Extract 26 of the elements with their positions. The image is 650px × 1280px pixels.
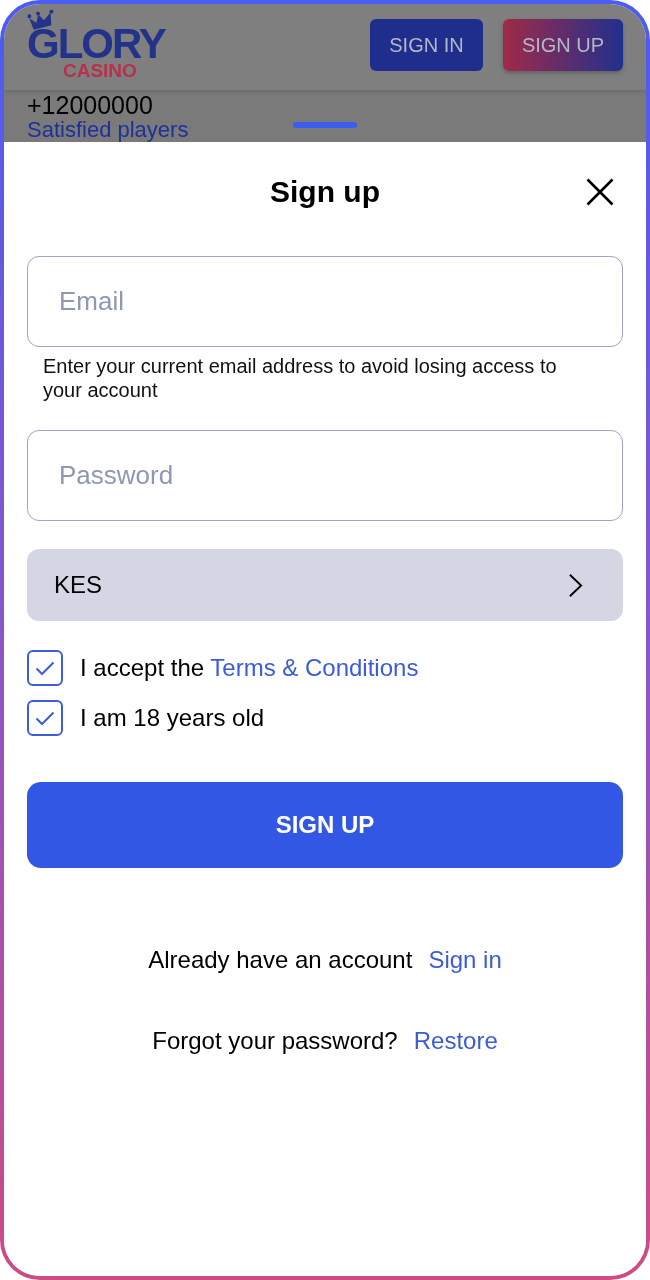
input-field[interactable]: Password: [27, 430, 623, 521]
currency-select[interactable]: KES: [27, 549, 623, 621]
logo-title: GLORY: [27, 28, 165, 60]
checkbox-label: I accept the Terms & Conditions: [80, 653, 419, 683]
tick-icon: [35, 710, 55, 726]
checkbox[interactable]: [27, 700, 63, 736]
drag-handle[interactable]: [293, 122, 357, 128]
stat-label: Satisfied players: [27, 118, 189, 142]
header-button[interactable]: SIGN IN: [370, 19, 483, 71]
tick-icon: [35, 660, 55, 676]
checkbox[interactable]: [27, 650, 63, 686]
prompt-text: Forgot your password?: [152, 1026, 398, 1056]
close-icon[interactable]: [586, 178, 614, 206]
dialog-title: Sign up: [270, 174, 380, 210]
text-link[interactable]: Sign in: [428, 944, 502, 976]
chevron-right-icon: [568, 572, 583, 598]
checkbox-label: I am 18 years old: [80, 703, 265, 733]
input-field[interactable]: Email: [27, 256, 623, 347]
stat-number: +12000000: [27, 93, 153, 118]
field-hint: Enter your current email address to avoid losing access to your account: [42, 354, 558, 402]
terms-link[interactable]: Terms & Conditions: [210, 654, 419, 681]
sign-up-button[interactable]: SIGN UP: [27, 782, 623, 868]
header-button[interactable]: SIGN UP: [503, 19, 623, 71]
logo-subtitle: CASINO: [62, 61, 137, 81]
prompt-text: Already have an account: [148, 945, 413, 975]
text-link[interactable]: Restore: [413, 1025, 498, 1057]
